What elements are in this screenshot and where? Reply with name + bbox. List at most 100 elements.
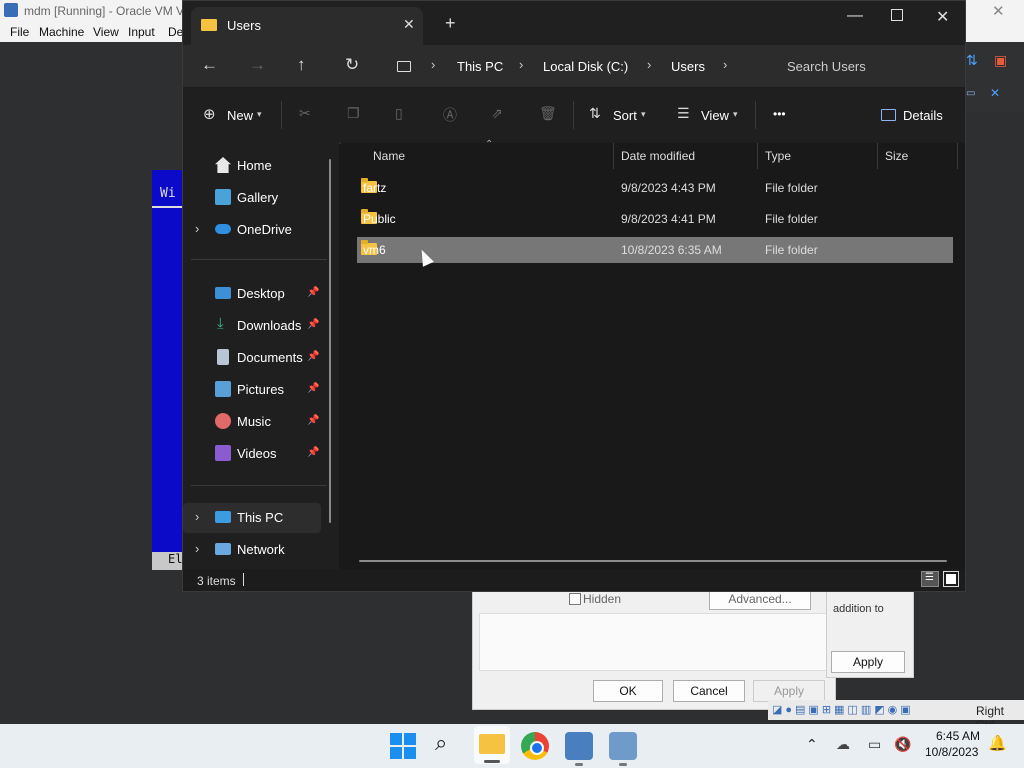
maximize-icon[interactable] bbox=[891, 9, 903, 21]
notification-bell-icon[interactable]: 🔔 bbox=[988, 734, 1007, 752]
onedrive-icon[interactable]: ☁ bbox=[836, 736, 850, 753]
more-options-button[interactable]: ••• bbox=[773, 107, 786, 121]
nav-label: Music bbox=[237, 414, 271, 429]
vm-status-bar: ◪●▤▣⊞▦◫▥◩◉▣ Right Ctrl bbox=[768, 700, 1024, 732]
vm-side-toolbar: ⇅ ▣ ▭ ✕ bbox=[966, 42, 1024, 112]
new-button[interactable]: New bbox=[227, 108, 253, 123]
nav-label: Documents bbox=[237, 350, 303, 365]
column-divider[interactable] bbox=[957, 143, 958, 169]
column-name[interactable]: Name bbox=[373, 149, 405, 163]
view-button[interactable]: View bbox=[701, 108, 729, 123]
active-indicator bbox=[619, 763, 627, 766]
file-row-selected[interactable]: vm6 10/8/2023 6:35 AM File folder bbox=[357, 237, 953, 263]
file-row[interactable]: Public 9/8/2023 4:41 PM File folder bbox=[357, 206, 953, 232]
cancel-button[interactable]: Cancel bbox=[673, 680, 745, 702]
file-type: File folder bbox=[765, 181, 818, 195]
network-tool-icon[interactable] bbox=[565, 732, 593, 766]
clock-date[interactable]: 10/8/2023 bbox=[925, 745, 978, 759]
close-panel-icon[interactable]: ✕ bbox=[990, 86, 1000, 100]
chevron-right-icon[interactable]: › bbox=[195, 541, 199, 556]
pane-icon[interactable]: ▭ bbox=[966, 88, 975, 99]
details-button[interactable]: Details bbox=[903, 108, 943, 123]
breadcrumb-users[interactable]: Users bbox=[671, 59, 705, 74]
monitor-app-icon[interactable] bbox=[609, 732, 637, 766]
nav-desktop[interactable]: Desktop 📌 bbox=[183, 279, 321, 309]
paste-icon[interactable]: ▯ bbox=[395, 105, 403, 122]
tab-close-icon[interactable]: ✕ bbox=[403, 16, 415, 33]
display-icon[interactable]: ▭ bbox=[868, 736, 881, 753]
details-view-button[interactable]: ☰ bbox=[921, 571, 939, 587]
column-divider[interactable] bbox=[877, 143, 878, 169]
breadcrumb-local-disk[interactable]: Local Disk (C:) bbox=[543, 59, 628, 74]
close-icon[interactable]: ✕ bbox=[936, 7, 949, 27]
chevron-right-icon[interactable]: › bbox=[195, 509, 199, 524]
tab-users[interactable]: Users ✕ bbox=[191, 7, 423, 45]
sort-button[interactable]: Sort bbox=[613, 108, 637, 123]
vm-menu-file[interactable]: File bbox=[10, 25, 29, 39]
minimize-icon[interactable]: — bbox=[847, 7, 863, 25]
nav-documents[interactable]: Documents 📌 bbox=[183, 343, 321, 373]
refresh-icon[interactable]: ↻ bbox=[345, 55, 359, 75]
nav-videos[interactable]: Videos 📌 bbox=[183, 439, 321, 469]
thumbnail-view-button[interactable] bbox=[943, 571, 959, 587]
chevron-right-icon[interactable]: › bbox=[195, 221, 199, 236]
hidden-checkbox[interactable] bbox=[569, 593, 581, 605]
ok-button[interactable]: OK bbox=[593, 680, 663, 702]
nav-home[interactable]: Home bbox=[183, 151, 321, 181]
status-divider bbox=[243, 573, 244, 586]
secondary-dialog: addition to Apply bbox=[826, 590, 914, 678]
start-windows-icon[interactable] bbox=[389, 732, 417, 760]
breadcrumb-this-pc[interactable]: This PC bbox=[457, 59, 503, 74]
file-type: File folder bbox=[765, 243, 818, 257]
search-box[interactable]: Search Users bbox=[775, 49, 965, 83]
pictures-icon bbox=[215, 381, 231, 397]
file-row[interactable]: fartz 9/8/2023 4:43 PM File folder bbox=[357, 175, 953, 201]
delete-icon[interactable]: 🗑 bbox=[539, 105, 557, 122]
apply-button[interactable]: Apply bbox=[753, 680, 825, 702]
file-explorer-taskbar-icon[interactable] bbox=[474, 726, 510, 764]
vm-close-icon[interactable]: ✕ bbox=[992, 2, 1005, 20]
nav-this-pc[interactable]: › This PC bbox=[183, 503, 321, 533]
chevron-down-icon: ▾ bbox=[733, 109, 738, 119]
breadcrumb-sep-icon: › bbox=[431, 57, 436, 72]
vm-menu-machine[interactable]: Machine bbox=[39, 25, 84, 39]
vm-menu-input[interactable]: Input bbox=[128, 25, 155, 39]
share-icon[interactable]: ⇗ bbox=[491, 105, 503, 122]
toolbox-icon[interactable]: ▣ bbox=[994, 52, 1007, 69]
search-placeholder: Search Users bbox=[787, 59, 866, 74]
sort-icon[interactable]: ⇅ bbox=[966, 52, 978, 69]
cut-icon[interactable]: ✂ bbox=[299, 105, 311, 122]
tab-title: Users bbox=[227, 18, 261, 33]
chevron-up-icon[interactable]: ⌃ bbox=[806, 736, 818, 753]
column-divider[interactable] bbox=[613, 143, 614, 169]
nav-divider bbox=[191, 485, 327, 486]
clock-time[interactable]: 6:45 AM bbox=[936, 729, 980, 743]
copy-icon[interactable]: ❐ bbox=[347, 105, 360, 122]
column-divider[interactable] bbox=[757, 143, 758, 169]
apply-side-button[interactable]: Apply bbox=[831, 651, 905, 673]
new-tab-button[interactable]: + bbox=[445, 13, 456, 34]
up-icon[interactable]: ↑ bbox=[297, 55, 306, 75]
column-size[interactable]: Size bbox=[885, 149, 908, 163]
address-bar[interactable]: › This PC › Local Disk (C:) › Users › bbox=[385, 49, 769, 83]
nav-onedrive[interactable]: › OneDrive bbox=[183, 215, 321, 245]
nav-network[interactable]: › Network bbox=[183, 535, 321, 565]
back-icon[interactable]: ← bbox=[201, 55, 218, 75]
nav-music[interactable]: Music 📌 bbox=[183, 407, 321, 437]
nav-gallery[interactable]: Gallery bbox=[183, 183, 321, 213]
volume-icon[interactable]: 🔇 bbox=[894, 736, 911, 753]
column-date-modified[interactable]: Date modified bbox=[621, 149, 695, 163]
tab-bar: Users ✕ + — ✕ bbox=[183, 1, 965, 45]
rename-icon[interactable]: Ⓐ bbox=[443, 105, 457, 125]
search-icon[interactable]: ⌕ bbox=[435, 730, 447, 756]
vm-menu-view[interactable]: View bbox=[93, 25, 119, 39]
nav-downloads[interactable]: ⤓ Downloads 📌 bbox=[183, 311, 321, 341]
forward-icon[interactable]: → bbox=[249, 55, 266, 75]
nav-pictures[interactable]: Pictures 📌 bbox=[183, 375, 321, 405]
horizontal-scrollbar[interactable] bbox=[359, 560, 947, 562]
column-type[interactable]: Type bbox=[765, 149, 791, 163]
pin-icon: 📌 bbox=[307, 383, 320, 394]
pin-icon: 📌 bbox=[307, 447, 320, 458]
chrome-icon[interactable] bbox=[521, 732, 549, 760]
nav-scrollbar[interactable] bbox=[329, 159, 331, 523]
